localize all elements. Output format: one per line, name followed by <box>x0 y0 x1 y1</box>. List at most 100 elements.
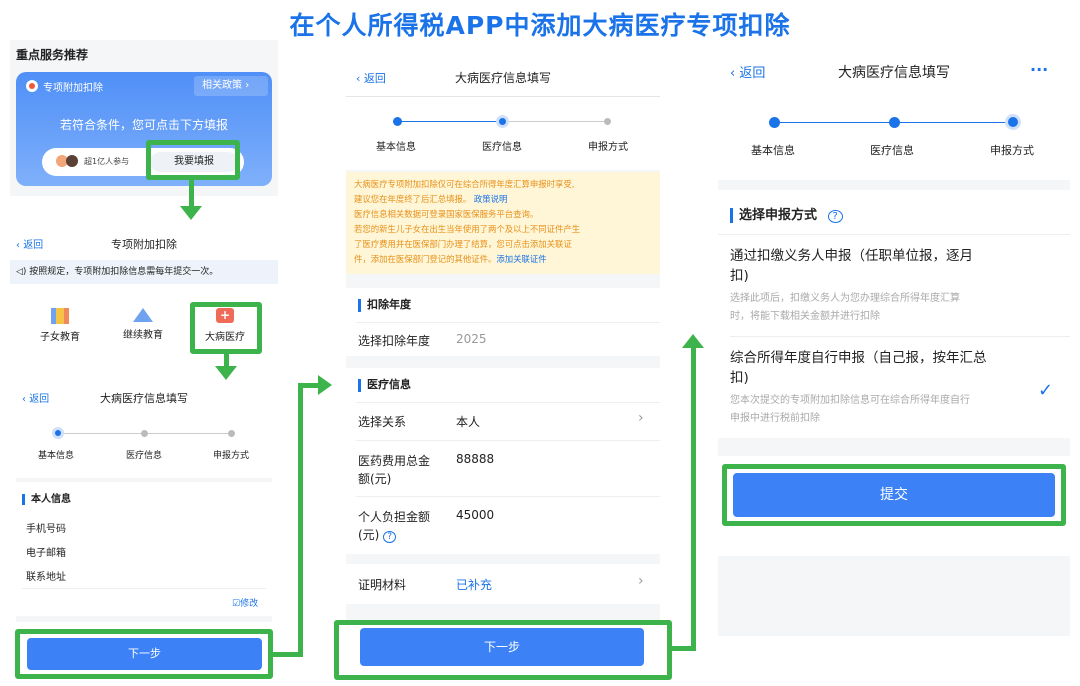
divider <box>730 336 1070 337</box>
notice-line: 大病医疗专项附加扣除仅可在综合所得年度汇算申报时享受, <box>354 179 575 189</box>
proof-label: 证明材料 <box>358 578 407 592</box>
basic-info-header: ‹ 返回 大病医疗信息填写 基本信息 医疗信息 申报方式 <box>16 382 272 478</box>
arrow-down-head <box>215 366 237 380</box>
step-dot <box>228 430 235 437</box>
add-cert-link[interactable]: 添加关联证件 <box>496 254 546 264</box>
section-title: 本人信息 <box>22 490 71 505</box>
proof-card[interactable]: 证明材料 已补充 › <box>346 564 660 604</box>
step-label: 申报方式 <box>990 144 1034 157</box>
title-line: 综合所得年度自行申报（自己报，按年汇总 <box>730 350 987 366</box>
arrow-down <box>224 354 229 366</box>
notice-line: 医疗信息相关数据可登录国家医保服务平台查询。 <box>354 209 539 219</box>
card-title: 专项附加扣除 <box>43 83 103 94</box>
divider <box>356 402 660 403</box>
divider <box>22 588 266 589</box>
books-icon <box>51 308 69 324</box>
arrow-connector <box>298 383 320 388</box>
section-title: 选择申报方式 ? <box>730 204 843 223</box>
graduation-cap-icon <box>133 308 153 322</box>
category-cont-edu[interactable]: 继续教育 <box>113 308 173 341</box>
edit-icon: ☑ <box>232 599 241 609</box>
notice-bar: ◁) 按照规定，专项附加扣除信息需每年提交一次。 <box>10 260 278 284</box>
highlight-fill-button <box>146 140 240 180</box>
label-line: 额(元) <box>358 472 392 486</box>
label-line: 医药费用总金 <box>358 454 431 468</box>
step-label: 基本信息 <box>751 144 795 157</box>
edit-button[interactable]: ☑修改 <box>232 596 258 609</box>
divider <box>356 496 660 497</box>
title-line: 扣) <box>730 370 749 386</box>
speaker-icon: ◁) <box>16 267 30 277</box>
step-dot <box>604 118 611 125</box>
personal-label: 个人负担金额 (元) ? <box>358 508 430 546</box>
form-title: 大病医疗信息填写 <box>454 71 551 85</box>
policy-link[interactable]: 相关政策 › <box>194 76 268 96</box>
year-label: 选择扣除年度 <box>358 334 431 348</box>
help-icon[interactable]: ? <box>827 210 843 223</box>
step-dot-done <box>393 117 402 126</box>
more-icon[interactable]: ··· <box>1030 60 1048 79</box>
arrow-connector <box>691 345 696 651</box>
option-title: 综合所得年度自行申报（自己报，按年汇总 扣) <box>730 348 1060 388</box>
people-count: 超1亿人参与 <box>84 157 130 166</box>
form-title: 大病医疗信息填写 <box>838 65 950 81</box>
basic-info-page: ‹ 返回 大病医疗信息填写 基本信息 医疗信息 申报方式 本人信息 手机号码 电… <box>16 382 272 622</box>
label-text: (元) <box>358 528 380 542</box>
next-button[interactable]: 下一步 <box>360 628 644 666</box>
option-self[interactable]: 综合所得年度自行申报（自己报，按年汇总 扣) 您本次提交的专项附加扣除信息可在综合… <box>730 348 1060 428</box>
step-dot-done <box>769 117 780 128</box>
declaration-page: ‹ 返回 大病医疗信息填写 ··· 基本信息 医疗信息 申报方式 选择申报方式 … <box>718 48 1070 636</box>
desc-line: 申报中进行税前扣除 <box>730 413 820 424</box>
option-desc: 选择此项后，扣缴义务人为您办理综合所得年度汇算 时，将能下载相关金额并进行扣除 <box>730 290 1060 326</box>
step-dot-active <box>496 115 509 128</box>
page-title: 在个人所得税APP中添加大病医疗专项扣除 <box>289 11 791 40</box>
next-button[interactable]: 下一步 <box>27 638 262 670</box>
title-line: 通过扣缴义务人申报（任职单位报，逐月 <box>730 248 973 264</box>
proof-status: 已补充 <box>456 578 493 592</box>
year-select[interactable]: 2025 <box>456 332 487 346</box>
section-title: 扣除年度 <box>358 296 411 312</box>
option-employer[interactable]: 通过扣缴义务人申报（任职单位报，逐月 扣) 选择此项后，扣缴义务人为您办理综合所得… <box>730 246 1060 326</box>
medical-info-card: 医疗信息 选择关系 本人 › 医药费用总金 额(元) 88888 个人负担金额 (元… <box>346 368 660 554</box>
address-field[interactable]: 联系地址 <box>26 568 66 583</box>
category-child-edu[interactable]: 子女教育 <box>30 308 90 343</box>
email-field[interactable]: 电子邮箱 <box>26 544 66 559</box>
arrow-connector <box>298 383 303 657</box>
medical-info-page: ‹ 返回 大病医疗信息填写 基本信息 医疗信息 申报方式 大病医疗专项附加扣除仅… <box>346 60 660 622</box>
notice-box: 大病医疗专项附加扣除仅可在综合所得年度汇算申报时享受, 建议您在年度终了后汇总填… <box>346 172 660 274</box>
step-label: 申报方式 <box>213 451 250 461</box>
step-label: 医疗信息 <box>482 142 522 153</box>
total-amount-input[interactable]: 88888 <box>456 452 494 466</box>
service-header: 重点服务推荐 <box>16 48 89 62</box>
notice-line: 件，添加在医保部门登记的其他证件。添加关联证件 <box>354 252 652 267</box>
personal-info-card: 本人信息 手机号码 电子邮箱 联系地址 ☑修改 <box>16 482 272 616</box>
divider <box>356 440 660 441</box>
card-desc: 若符合条件，您可点击下方填报 <box>59 118 228 132</box>
divider <box>356 322 660 323</box>
personal-amount-input[interactable]: 45000 <box>456 508 494 522</box>
chevron-right-icon: › <box>638 410 644 426</box>
arrow-down-head <box>180 206 202 220</box>
step-label: 基本信息 <box>376 142 416 153</box>
divider <box>346 96 660 97</box>
category-label: 子女教育 <box>40 332 80 343</box>
submit-button[interactable]: 提交 <box>733 473 1055 517</box>
step-dot-done <box>889 117 900 128</box>
deduction-year-card: 扣除年度 选择扣除年度 2025 <box>346 288 660 356</box>
notice-line: 建议您在年度终了后汇总填报。 政策说明 <box>354 192 652 207</box>
policy-link[interactable]: 政策说明 <box>474 194 508 204</box>
section-label: 本人信息 <box>31 494 71 505</box>
step-dot <box>141 430 148 437</box>
edit-label: 修改 <box>240 599 259 609</box>
notice-line: 若您的新生儿子女在出生当年使用了两个及以上不同证件产生 <box>354 224 581 234</box>
divider <box>718 234 1070 235</box>
phone-field[interactable]: 手机号码 <box>26 520 66 535</box>
relation-select[interactable]: 本人 <box>456 413 480 430</box>
avatar-icon <box>66 155 78 167</box>
notice-text: 建议您在年度终了后汇总填报。 <box>354 194 472 204</box>
help-icon[interactable]: ? <box>383 531 396 543</box>
relation-label: 选择关系 <box>358 415 407 429</box>
checkmark-icon: ✓ <box>1038 380 1054 401</box>
option-desc: 您本次提交的专项附加扣除信息可在综合所得年度自行 申报中进行税前扣除 <box>730 392 1060 428</box>
policy-label: 相关政策 <box>202 80 242 91</box>
